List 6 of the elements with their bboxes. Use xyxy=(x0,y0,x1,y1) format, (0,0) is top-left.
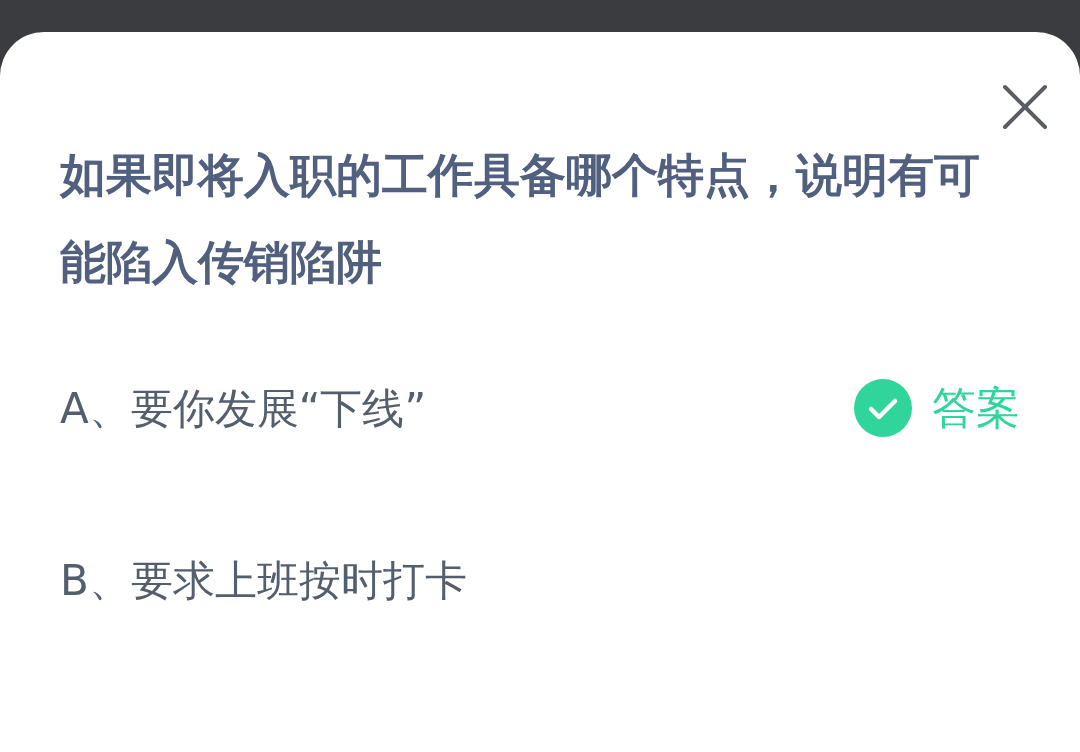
question-text: 如果即将入职的工作具备哪个特点，说明有可能陷入传销陷阱 xyxy=(60,147,981,291)
answer-option[interactable]: A、要你发展“下线” xyxy=(60,376,427,440)
close-icon[interactable] xyxy=(1000,82,1050,132)
answer-label: 答案 xyxy=(932,381,1020,435)
answer-option[interactable]: B、要求上班按时打卡 xyxy=(60,548,467,612)
check-icon xyxy=(854,379,912,437)
